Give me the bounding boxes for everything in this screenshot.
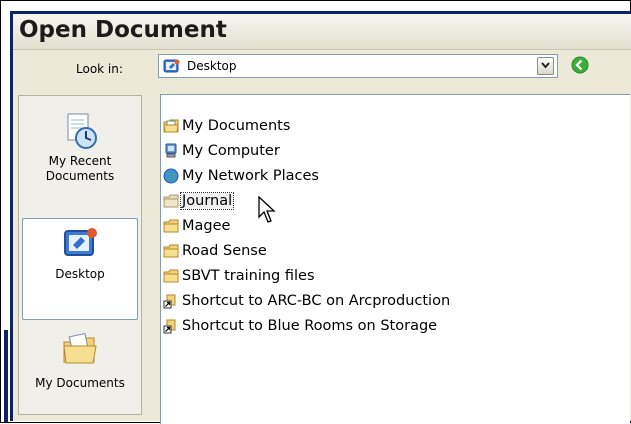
file-name: My Computer bbox=[182, 143, 280, 159]
folder-icon bbox=[163, 244, 179, 258]
look-in-dropdown[interactable]: Desktop bbox=[158, 54, 558, 78]
list-item[interactable]: SBVT training files bbox=[163, 267, 316, 285]
place-label-recent: My Recent Documents bbox=[45, 154, 115, 183]
shortcut-icon bbox=[163, 294, 176, 309]
file-name: Shortcut to Blue Rooms on Storage bbox=[182, 318, 438, 334]
chevron-down-icon[interactable] bbox=[537, 57, 554, 75]
file-name: My Documents bbox=[182, 118, 291, 134]
file-name: SBVT training files bbox=[182, 268, 315, 284]
list-item[interactable]: Road Sense bbox=[163, 242, 268, 260]
file-name: Shortcut to ARC-BC on Arcproduction bbox=[182, 293, 451, 309]
look-in-label: Look in: bbox=[76, 62, 123, 76]
place-label-my-documents: My Documents bbox=[35, 376, 125, 390]
recent-documents-icon bbox=[67, 113, 97, 149]
list-item[interactable]: Shortcut to Blue Rooms on Storage bbox=[163, 317, 438, 335]
place-recent-documents[interactable]: My Recent Documents bbox=[22, 112, 138, 184]
folder-icon bbox=[163, 219, 179, 233]
file-name: Journal bbox=[179, 192, 235, 210]
file-name: My Network Places bbox=[182, 168, 319, 184]
places-bar: My Recent Documents Desktop My Documents bbox=[18, 95, 142, 415]
place-desktop[interactable]: Desktop bbox=[22, 218, 138, 320]
place-label-desktop: Desktop bbox=[55, 267, 105, 281]
folder-icon bbox=[163, 269, 179, 283]
list-item[interactable]: My Documents bbox=[163, 117, 291, 135]
title-bar[interactable]: Open Document bbox=[13, 14, 631, 50]
my-documents-icon bbox=[63, 332, 97, 364]
place-my-documents[interactable]: My Documents bbox=[22, 332, 138, 390]
dialog-title: Open Document bbox=[19, 17, 227, 43]
list-item[interactable]: Shortcut to ARC-BC on Arcproduction bbox=[163, 292, 451, 310]
network-places-icon bbox=[163, 168, 179, 184]
window-edge bbox=[4, 330, 8, 422]
file-name: Road Sense bbox=[182, 243, 267, 259]
list-item[interactable]: Magee bbox=[163, 217, 231, 235]
list-item[interactable]: My Network Places bbox=[163, 167, 320, 185]
list-item[interactable]: My Computer bbox=[163, 142, 281, 160]
my-documents-folder-icon bbox=[163, 119, 179, 133]
look-in-value: Desktop bbox=[187, 59, 237, 73]
my-computer-icon bbox=[165, 143, 177, 158]
back-arrow-icon[interactable] bbox=[570, 55, 590, 75]
shortcut-icon bbox=[163, 319, 176, 334]
mouse-cursor-icon bbox=[258, 196, 276, 223]
file-list: My Documents My Computer My Network Plac… bbox=[160, 94, 630, 424]
folder-icon bbox=[163, 194, 179, 208]
desktop-icon bbox=[64, 228, 97, 256]
list-item[interactable]: Journal bbox=[163, 192, 235, 210]
desktop-icon bbox=[163, 58, 181, 78]
file-name: Magee bbox=[182, 218, 231, 234]
